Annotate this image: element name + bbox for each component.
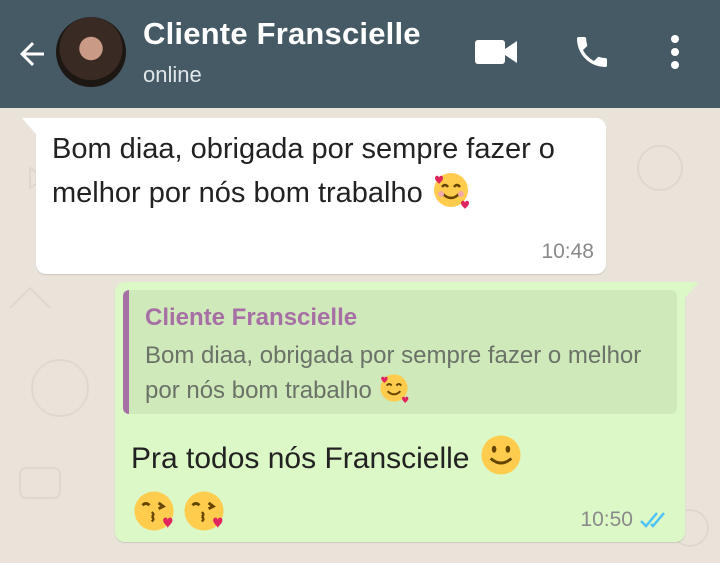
incoming-timestamp: 10:48 (541, 240, 594, 263)
quoted-text: Bom diaa, obrigada por sempre fazer o me… (145, 340, 665, 407)
outgoing-text: Pra todos nós Franscielle (131, 442, 470, 475)
slightly-smiling-face-icon (481, 435, 521, 475)
video-call-icon (475, 40, 517, 64)
outgoing-message[interactable]: Cliente Franscielle Bom diaa, obrigada p… (115, 282, 699, 542)
read-receipt-icon (640, 512, 665, 528)
smiling-face-with-hearts-icon (380, 374, 409, 404)
outgoing-message-text: Pra todos nós Franscielle (131, 432, 524, 478)
incoming-message-text: Bom diaa, obrigada por sempre fazer o me… (52, 128, 592, 214)
contact-avatar[interactable] (56, 17, 126, 87)
chat-header: Cliente Franscielle online (0, 0, 720, 108)
phone-icon (577, 37, 607, 67)
video-call-button[interactable] (472, 30, 520, 74)
contact-name[interactable]: Cliente Franscielle (143, 16, 421, 52)
incoming-text: Bom diaa, obrigada por sempre fazer o me… (52, 133, 555, 209)
message-area[interactable]: Bom diaa, obrigada por sempre fazer o me… (0, 108, 720, 563)
contact-status: online (143, 62, 202, 87)
smiling-face-with-hearts-icon (433, 173, 469, 209)
back-button[interactable] (12, 34, 52, 74)
incoming-message[interactable]: Bom diaa, obrigada por sempre fazer o me… (22, 118, 606, 274)
outgoing-meta: 10:50 (580, 508, 671, 532)
outgoing-timestamp: 10:50 (580, 508, 633, 531)
face-blowing-kiss-icon (184, 491, 224, 531)
voice-call-button[interactable] (570, 30, 614, 74)
emoji-row (131, 488, 227, 534)
more-options-icon (671, 35, 679, 69)
quoted-reply[interactable]: Cliente Franscielle Bom diaa, obrigada p… (123, 290, 677, 414)
face-blowing-kiss-icon (134, 491, 174, 531)
quoted-author: Cliente Franscielle (145, 304, 358, 331)
more-options-button[interactable] (660, 30, 690, 74)
back-arrow-icon (20, 42, 44, 66)
